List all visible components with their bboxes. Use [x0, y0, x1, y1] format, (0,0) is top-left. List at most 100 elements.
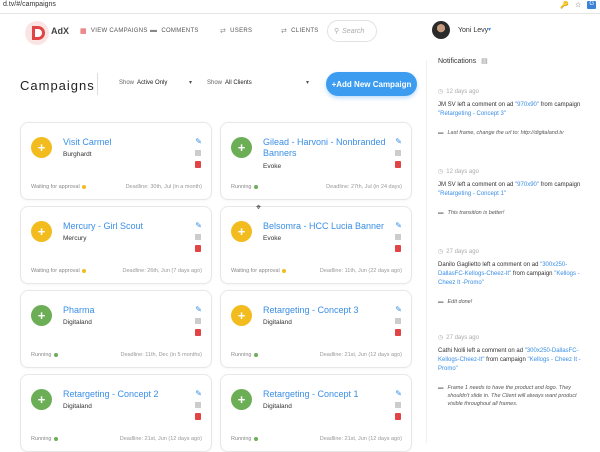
nav-users[interactable]: ⇄ USERS: [220, 27, 252, 35]
campaign-card[interactable]: + Gilead - Harvoni - Nonbranded Banners …: [220, 122, 412, 200]
user-avatar[interactable]: [432, 21, 450, 39]
campaign-client: Digitaland: [263, 403, 292, 410]
nav-label: COMMENTS: [161, 27, 199, 34]
campaign-card[interactable]: + Retargeting - Concept 1 Digitaland ✎ R…: [220, 374, 412, 452]
campaign-title[interactable]: Retargeting - Concept 1: [263, 389, 391, 400]
archive-icon[interactable]: [195, 150, 201, 156]
plus-icon[interactable]: +: [231, 137, 252, 158]
campaign-client: Digitaland: [263, 319, 292, 326]
status-badge: Waiting for approval: [231, 268, 286, 274]
campaign-title[interactable]: Belsomra - HCC Lucia Banner: [263, 221, 391, 232]
ad-link[interactable]: "970x90": [515, 182, 539, 188]
pencil-icon[interactable]: ✎: [395, 221, 402, 230]
nav-view-campaigns[interactable]: ▦ VIEW CAMPAIGNS: [80, 27, 148, 35]
campaign-title[interactable]: Mercury - Girl Scout: [63, 221, 191, 232]
pencil-icon[interactable]: ✎: [395, 389, 402, 398]
plus-icon[interactable]: +: [31, 137, 52, 158]
status-badge: Running: [31, 436, 58, 442]
filter-label: Show: [207, 80, 223, 86]
comment-icon: ▬: [438, 299, 444, 305]
comment-icon: ▬: [438, 130, 444, 136]
deadline-text: Deadline: 11th, Dec (in 5 months): [120, 352, 202, 358]
status-badge: Waiting for approval: [31, 268, 86, 274]
trash-icon[interactable]: [195, 329, 201, 336]
chevron-down-icon[interactable]: ▾: [189, 79, 192, 86]
campaign-link[interactable]: "Retargeting - Concept 3": [438, 111, 506, 117]
archive-icon[interactable]: [195, 234, 201, 240]
url-text[interactable]: d.tv/#/campaigns: [3, 1, 56, 8]
adx-logo[interactable]: [24, 20, 50, 46]
archive-icon[interactable]: [395, 234, 401, 240]
trash-icon[interactable]: [195, 245, 201, 252]
campaign-client: Burghardt: [63, 151, 92, 158]
campaign-card[interactable]: + Pharma Digitaland ✎ Running Deadline: …: [20, 290, 212, 368]
campaign-card[interactable]: + Visit Carmel Burghardt ✎ Waiting for a…: [20, 122, 212, 200]
trash-icon[interactable]: [395, 329, 401, 336]
campaign-card[interactable]: + Mercury - Girl Scout Mercury ✎ Waiting…: [20, 206, 212, 284]
add-campaign-button[interactable]: +Add New Campaign: [326, 72, 417, 96]
pencil-icon[interactable]: ✎: [195, 221, 202, 230]
deadline-text: Deadline: 26th, Jun (7 days ago): [122, 268, 203, 274]
campaign-card[interactable]: + Belsomra - HCC Lucia Banner Evoke ✎ Wa…: [220, 206, 412, 284]
campaign-card[interactable]: + Retargeting - Concept 3 Digitaland ✎ R…: [220, 290, 412, 368]
campaign-title[interactable]: Retargeting - Concept 2: [63, 389, 191, 400]
notification-item: ◷ 27 days ago Cathi Nolli left a comment …: [438, 334, 581, 408]
chevron-down-icon[interactable]: ▾: [488, 26, 491, 33]
search-placeholder: Search: [342, 27, 365, 35]
clock-icon: ◷: [438, 335, 444, 341]
status-filter[interactable]: Show Active Only: [119, 80, 167, 86]
archive-icon[interactable]: [195, 318, 201, 324]
plus-icon[interactable]: +: [231, 305, 252, 326]
status-badge: Running: [31, 352, 58, 358]
key-icon[interactable]: 🔑: [560, 1, 569, 9]
status-badge: Running: [231, 184, 258, 190]
user-name[interactable]: Yoni Levy: [458, 27, 488, 34]
archive-icon[interactable]: [395, 318, 401, 324]
plus-icon[interactable]: +: [31, 305, 52, 326]
plus-icon[interactable]: +: [31, 389, 52, 410]
comment-icon: ▬: [150, 27, 158, 34]
notifications-header: Notifications ▤: [438, 57, 488, 65]
archive-icon[interactable]: [195, 402, 201, 408]
document-icon: ▤: [481, 58, 488, 65]
campaign-title[interactable]: Visit Carmel: [63, 137, 191, 148]
filter-value: All Clients: [225, 80, 252, 86]
nav-clients[interactable]: ⇄ CLIENTS: [281, 27, 319, 35]
notification-item: ◷ 27 days ago Danilo Gaglietto left a com…: [438, 248, 580, 306]
filter-value: Active Only: [137, 80, 168, 86]
trash-icon[interactable]: [395, 413, 401, 420]
campaign-link[interactable]: "Retargeting - Concept 1": [438, 191, 506, 197]
nav-comments[interactable]: ▬ COMMENTS: [150, 27, 199, 34]
archive-icon[interactable]: [395, 150, 401, 156]
chevron-down-icon[interactable]: ▾: [306, 79, 309, 86]
pencil-icon[interactable]: ✎: [195, 305, 202, 314]
campaign-client: Mercury: [63, 235, 87, 242]
trash-icon[interactable]: [195, 413, 201, 420]
trash-icon[interactable]: [395, 161, 401, 168]
star-icon[interactable]: ☆: [575, 1, 581, 9]
campaign-card[interactable]: + Retargeting - Concept 2 Digitaland ✎ R…: [20, 374, 212, 452]
campaign-title[interactable]: Pharma: [63, 305, 191, 316]
campaign-title[interactable]: Retargeting - Concept 3: [263, 305, 391, 316]
pencil-icon[interactable]: ✎: [395, 137, 402, 146]
pencil-icon[interactable]: ✎: [195, 389, 202, 398]
pencil-icon[interactable]: ✎: [395, 305, 402, 314]
plus-icon[interactable]: +: [231, 221, 252, 242]
nav-label: CLIENTS: [291, 28, 319, 34]
plus-icon[interactable]: +: [31, 221, 52, 242]
client-filter[interactable]: Show All Clients: [207, 80, 252, 86]
pencil-icon[interactable]: ✎: [195, 137, 202, 146]
deadline-text: Deadline: 30th, Jul (in a month): [125, 184, 202, 190]
plus-icon[interactable]: +: [231, 389, 252, 410]
comment-icon: ▬: [438, 210, 444, 216]
clock-icon: ◷: [438, 89, 444, 95]
comment-icon: ▬: [438, 385, 444, 391]
trash-icon[interactable]: [395, 245, 401, 252]
trash-icon[interactable]: [195, 161, 201, 168]
archive-icon[interactable]: [395, 402, 401, 408]
page-title: Campaigns: [20, 78, 95, 93]
extension-icon[interactable]: G: [587, 1, 596, 9]
ad-link[interactable]: "970x90": [515, 102, 539, 108]
campaign-title[interactable]: Gilead - Harvoni - Nonbranded Banners: [263, 137, 391, 159]
search-input[interactable]: ⚲ Search: [327, 20, 377, 42]
